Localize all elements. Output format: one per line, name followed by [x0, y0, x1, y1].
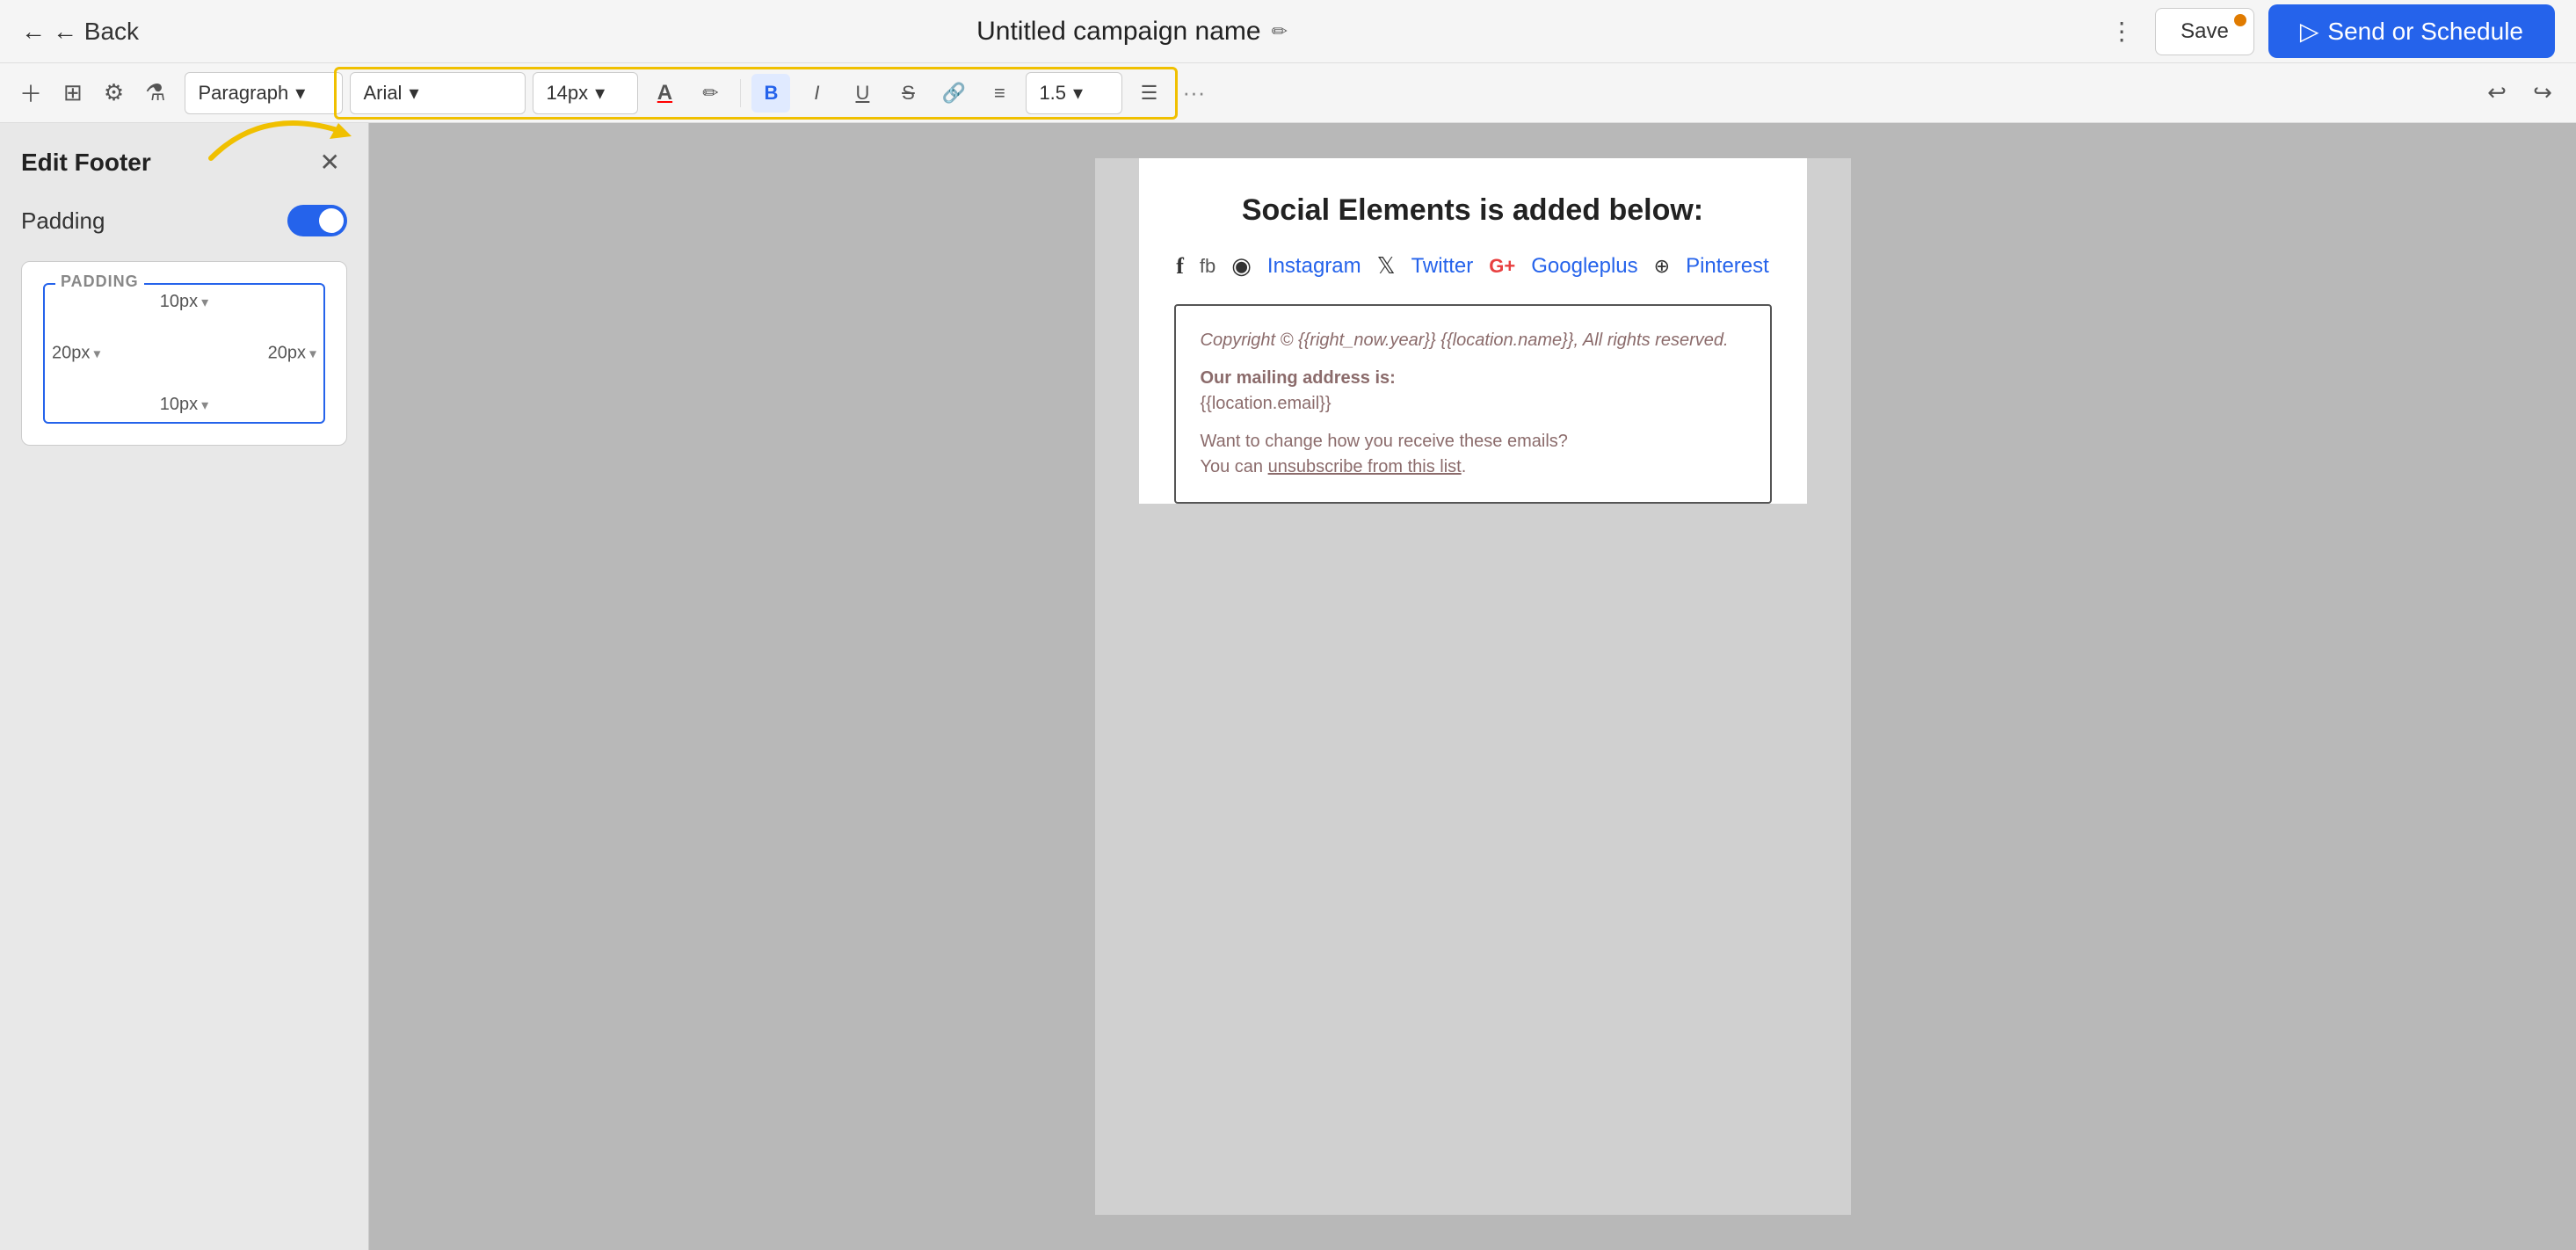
padding-toggle-row: Padding [21, 205, 347, 236]
font-family-select[interactable]: Arial ▾ [350, 72, 526, 114]
pinterest-icon: ⊕ [1654, 255, 1670, 278]
padding-right-control[interactable]: 20px ▾ [268, 344, 316, 364]
more-options-icon[interactable]: ⋮ [2102, 10, 2141, 53]
padding-box-container: PADDING 10px ▾ 10px ▾ 20px ▾ 20px ▾ [21, 261, 347, 446]
canvas-area: Social Elements is added below: f fb ◉ I… [369, 123, 2576, 1250]
line-height-select[interactable]: 1.5 ▾ [1026, 72, 1122, 114]
highlight-icon: ✏ [702, 82, 718, 105]
undo-icon: ↩ [2487, 79, 2507, 106]
paragraph-chevron-icon: ▾ [295, 82, 305, 105]
toolbar-more-button[interactable]: ··· [1175, 79, 1212, 106]
padding-top-value: 10px [160, 292, 198, 312]
line-height-chevron-icon: ▾ [1073, 82, 1083, 105]
list-button[interactable]: ☰ [1129, 74, 1168, 113]
font-size-label: 14px [546, 82, 588, 105]
italic-button[interactable]: I [797, 74, 836, 113]
sidebar-header: Edit Footer ✕ [21, 144, 347, 180]
font-size-select[interactable]: 14px ▾ [533, 72, 638, 114]
undo-button[interactable]: ↩ [2478, 74, 2516, 113]
pinterest-link[interactable]: Pinterest [1686, 254, 1769, 279]
googleplus-link[interactable]: Googleplus [1531, 254, 1637, 279]
unsaved-indicator [2234, 14, 2246, 26]
padding-tag-label: PADDING [55, 273, 144, 291]
mailing-address-email: {{location.email}} [1201, 394, 1745, 414]
padding-bottom-control[interactable]: 10px ▾ [160, 395, 208, 415]
left-sidebar: Edit Footer ✕ Padding PADDING 10px ▾ 10p… [0, 123, 369, 1250]
campaign-name[interactable]: Untitled campaign name [976, 17, 1261, 47]
padding-bottom-chevron: ▾ [201, 396, 208, 414]
header: ← ← Back Untitled campaign name ✏ ⋮ Save… [0, 0, 2576, 63]
redo-icon: ↪ [2533, 79, 2552, 106]
padding-right-value: 20px [268, 344, 306, 364]
sidebar-close-button[interactable]: ✕ [313, 144, 347, 180]
list-icon: ☰ [1141, 82, 1158, 105]
size-chevron-icon: ▾ [595, 82, 605, 105]
twitter-link[interactable]: Twitter [1411, 254, 1474, 279]
strikethrough-button[interactable]: S [889, 74, 927, 113]
unsub-text-2: You can unsubscribe from this list. [1201, 457, 1745, 477]
paragraph-style-select[interactable]: Paragraph ▾ [185, 72, 343, 114]
twitter-bird-icon: 𝕏 [1377, 252, 1396, 280]
padding-left-value: 20px [52, 344, 90, 364]
font-color-icon: A [657, 81, 672, 105]
email-canvas: Social Elements is added below: f fb ◉ I… [1095, 158, 1851, 1215]
unsub-text-1: Want to change how you receive these ema… [1201, 432, 1745, 452]
padding-left-control[interactable]: 20px ▾ [52, 344, 100, 364]
send-or-schedule-button[interactable]: ▷ Send or Schedule [2268, 4, 2555, 58]
toolbar-separator-1 [740, 79, 741, 107]
padding-label: Padding [21, 207, 105, 235]
preview-icon[interactable]: ⚗ [140, 74, 171, 112]
align-icon: ≡ [994, 82, 1005, 105]
align-button[interactable]: ≡ [980, 74, 1019, 113]
copyright-text: Copyright © {{right_now.year}} {{locatio… [1201, 331, 1745, 351]
padding-top-chevron: ▾ [201, 294, 208, 311]
undo-redo-group: ↩ ↪ [2478, 74, 2562, 113]
font-chevron-icon: ▾ [409, 82, 418, 105]
mailing-address-title: Our mailing address is: [1201, 368, 1745, 389]
back-arrow-icon: ← [21, 18, 46, 46]
font-color-button[interactable]: A [645, 74, 684, 113]
paragraph-style-label: Paragraph [198, 82, 288, 105]
instagram-icon: ◉ [1231, 252, 1252, 280]
padding-toggle[interactable] [287, 205, 347, 236]
social-links-row: f fb ◉ Instagram 𝕏 Twitter G+ Googleplus… [1174, 252, 1772, 280]
back-button[interactable]: ← ← Back [21, 18, 162, 46]
padding-left-chevron: ▾ [93, 345, 100, 362]
instagram-link[interactable]: Instagram [1267, 254, 1361, 279]
padding-top-control[interactable]: 10px ▾ [160, 292, 208, 312]
add-element-icon[interactable]: ＋ [14, 71, 47, 114]
layers-icon[interactable]: ⊞ [58, 74, 88, 112]
send-icon: ▷ [2300, 17, 2319, 46]
save-button[interactable]: Save [2155, 8, 2254, 55]
header-title-area: Untitled campaign name ✏ [162, 17, 2102, 47]
toolbar: ＋ ⊞ ⚙ ⚗ Paragraph ▾ Arial ▾ 14px ▾ A ✏ B… [0, 63, 2576, 123]
fb-icon: fb [1200, 255, 1215, 278]
font-family-label: Arial [363, 82, 402, 105]
line-height-label: 1.5 [1039, 82, 1066, 105]
highlight-color-button[interactable]: ✏ [691, 74, 729, 113]
main-layout: Edit Footer ✕ Padding PADDING 10px ▾ 10p… [0, 123, 2576, 1250]
sidebar-title: Edit Footer [21, 149, 151, 177]
edit-campaign-icon[interactable]: ✏ [1272, 20, 1288, 43]
back-label: ← Back [53, 18, 139, 46]
bold-button[interactable]: B [751, 74, 790, 113]
link-icon: 🔗 [942, 82, 966, 105]
facebook-icon: f [1176, 253, 1184, 280]
googleplus-icon: G+ [1489, 255, 1515, 278]
link-button[interactable]: 🔗 [934, 74, 973, 113]
email-content: Social Elements is added below: f fb ◉ I… [1139, 158, 1807, 504]
unsubscribe-link[interactable]: unsubscribe from this list [1268, 457, 1462, 476]
social-heading: Social Elements is added below: [1174, 193, 1772, 228]
toolbar-left-icons: ＋ ⊞ ⚙ ⚗ [14, 71, 171, 114]
padding-bottom-value: 10px [160, 395, 198, 415]
settings-icon[interactable]: ⚙ [98, 74, 129, 112]
unsub-prefix: You can [1201, 457, 1268, 476]
header-actions: ⋮ Save ▷ Send or Schedule [2102, 4, 2555, 58]
underline-button[interactable]: U [843, 74, 882, 113]
redo-button[interactable]: ↪ [2523, 74, 2562, 113]
footer-box: Copyright © {{right_now.year}} {{locatio… [1174, 304, 1772, 504]
unsub-suffix: . [1462, 457, 1467, 476]
padding-box: PADDING 10px ▾ 10px ▾ 20px ▾ 20px ▾ [43, 283, 325, 424]
padding-right-chevron: ▾ [309, 345, 316, 362]
